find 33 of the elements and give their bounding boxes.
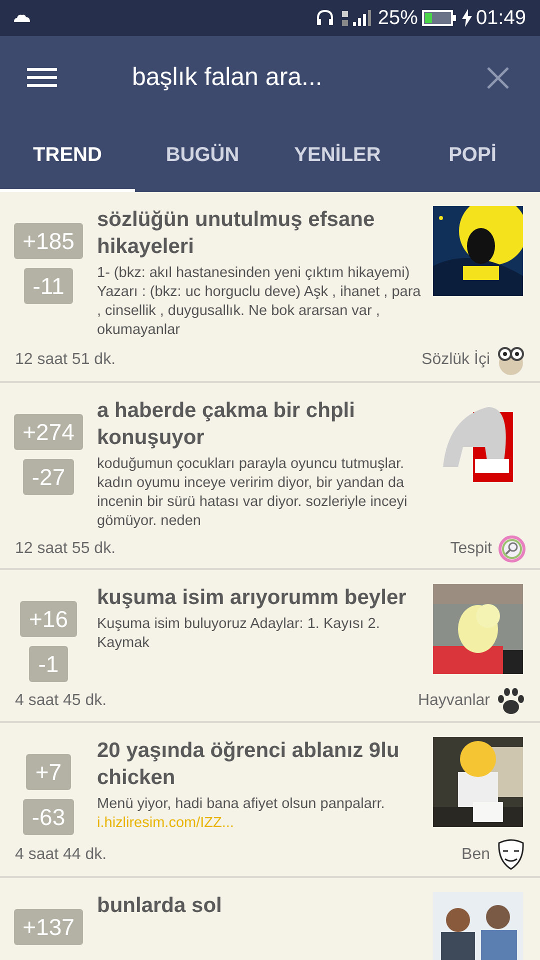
category-label[interactable]: Tespit: [450, 537, 492, 561]
owl-icon: [496, 344, 526, 376]
tab[interactable]: YENİLER: [270, 120, 405, 192]
category-label[interactable]: Ben: [462, 843, 490, 867]
post-title[interactable]: bunlarda sol: [97, 892, 425, 919]
clock: 01:49: [476, 6, 526, 31]
battery-icon: [422, 10, 456, 26]
post-time: 4 saat 44 dk.: [15, 845, 107, 865]
battery-percent: 25%: [378, 6, 418, 31]
charging-icon: [462, 9, 472, 27]
post-time: 4 saat 45 dk.: [15, 691, 107, 711]
post-time: 12 saat 55 dk.: [15, 539, 116, 559]
tab[interactable]: TREND: [0, 120, 135, 192]
post-excerpt: Menü yiyor, hadi bana afiyet olsun panpalarr. i.hizliresim.com/IZZ...: [97, 795, 386, 833]
paw-icon: [496, 686, 526, 716]
mask-icon: [496, 839, 526, 871]
post-excerpt: koduğumun çocukları parayla oyuncu tutmuşlar. kadın oyumu inceye veririm diyor, bir yandan da incenin bir sürü hatası var diyor. sozleriyle inceyi gömüyor. neden: [97, 455, 408, 531]
post-title[interactable]: a haberde çakma bir chpli konuşuyor: [97, 397, 425, 451]
headphones-icon: [316, 9, 334, 27]
tab[interactable]: POPİ: [405, 120, 540, 192]
post-time: 12 saat 51 dk.: [15, 350, 116, 370]
signal-icon: [342, 9, 372, 27]
category-label[interactable]: Hayvanlar: [418, 689, 490, 713]
post-excerpt: Kuşuma isim buluyoruz Adaylar: 1. Kayısı 2. Kaymak: [97, 615, 381, 653]
post-title[interactable]: 20 yaşında öğrenci ablanız 9lu chicken: [97, 737, 425, 791]
post-excerpt: 1- (bkz: akıl hastanesinden yeni çıktım hikayemi) Yazarı : (bkz: uc horguclu deve) Aşk , ihanet , para , cinsellik , duygusallık. Ne bok ararsan var , okumayanlar: [97, 264, 422, 340]
post-title[interactable]: kuşuma isim arıyorumm beyler: [97, 584, 425, 611]
cloud-icon: [14, 14, 30, 22]
search-field[interactable]: başlık falan ara...: [132, 59, 468, 97]
category-label[interactable]: Sözlük İçi: [422, 348, 490, 372]
search-icon: [498, 535, 526, 563]
post-title[interactable]: sözlüğün unutulmuş efsane hikayeleri: [97, 206, 425, 260]
tab[interactable]: BUGÜN: [135, 120, 270, 192]
